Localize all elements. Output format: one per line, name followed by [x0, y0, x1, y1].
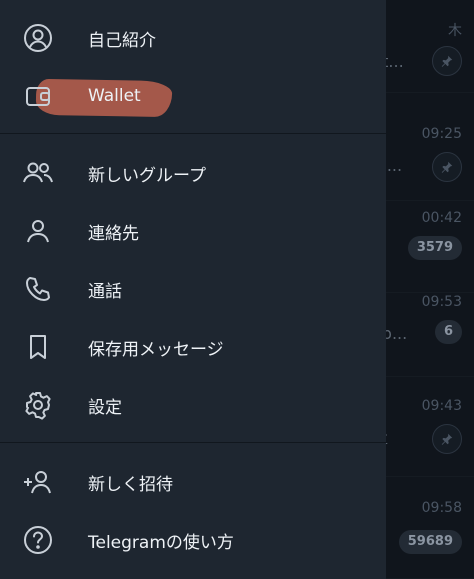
menu-item-profile[interactable]: 自己紹介 — [0, 9, 386, 67]
contact-icon — [20, 213, 56, 249]
chat-time: 09:43 — [421, 398, 462, 414]
menu-item-label: 設定 — [88, 397, 122, 418]
menu-item-calls[interactable]: 通話 — [0, 260, 386, 318]
unread-badge: 6 — [434, 320, 462, 344]
unread-badge: 3579 — [407, 236, 462, 260]
pin-icon — [432, 46, 462, 76]
pin-icon — [432, 152, 462, 182]
menu-item-label: 保存用メッセージ — [88, 339, 224, 360]
menu-item-label: Telegramの使い方 — [88, 532, 234, 553]
menu-item-new-group[interactable]: 新しいグループ — [0, 144, 386, 202]
help-icon — [20, 522, 56, 558]
chat-time: 09:53 — [421, 294, 462, 310]
menu-item-label: 連絡先 — [88, 223, 139, 244]
chat-time: 09:25 — [421, 126, 462, 142]
add-user-icon — [20, 464, 56, 500]
chat-time: 00:42 — [421, 210, 462, 226]
phone-icon — [20, 271, 56, 307]
group-icon — [20, 155, 56, 191]
menu-item-label: 新しいグループ — [88, 165, 206, 186]
bookmark-icon — [20, 329, 56, 365]
menu-item-label: Wallet — [88, 86, 141, 106]
divider — [0, 442, 386, 443]
wallet-icon — [20, 78, 56, 114]
profile-circle-icon — [20, 20, 56, 56]
menu-item-contacts[interactable]: 連絡先 — [0, 202, 386, 260]
pin-icon — [432, 424, 462, 454]
gear-icon — [20, 387, 56, 423]
menu-item-label: 自己紹介 — [88, 30, 156, 51]
menu-item-label: 新しく招待 — [88, 474, 173, 495]
unread-badge: 59689 — [398, 530, 462, 554]
menu-item-saved-messages[interactable]: 保存用メッセージ — [0, 318, 386, 376]
chat-time: 木 — [448, 23, 462, 39]
menu-item-label: 通話 — [88, 281, 122, 302]
menu-item-telegram-faq[interactable]: Telegramの使い方 — [0, 511, 386, 569]
divider — [0, 133, 386, 134]
menu-item-invite-friends[interactable]: 新しく招待 — [0, 453, 386, 511]
chat-time: 09:58 — [421, 500, 462, 516]
navigation-drawer: 自己紹介 Wallet 新しいグループ 連絡先 通話 保存用メッセージ 設定 新… — [0, 0, 386, 579]
menu-item-settings[interactable]: 設定 — [0, 376, 386, 434]
menu-item-wallet[interactable]: Wallet — [0, 67, 386, 125]
